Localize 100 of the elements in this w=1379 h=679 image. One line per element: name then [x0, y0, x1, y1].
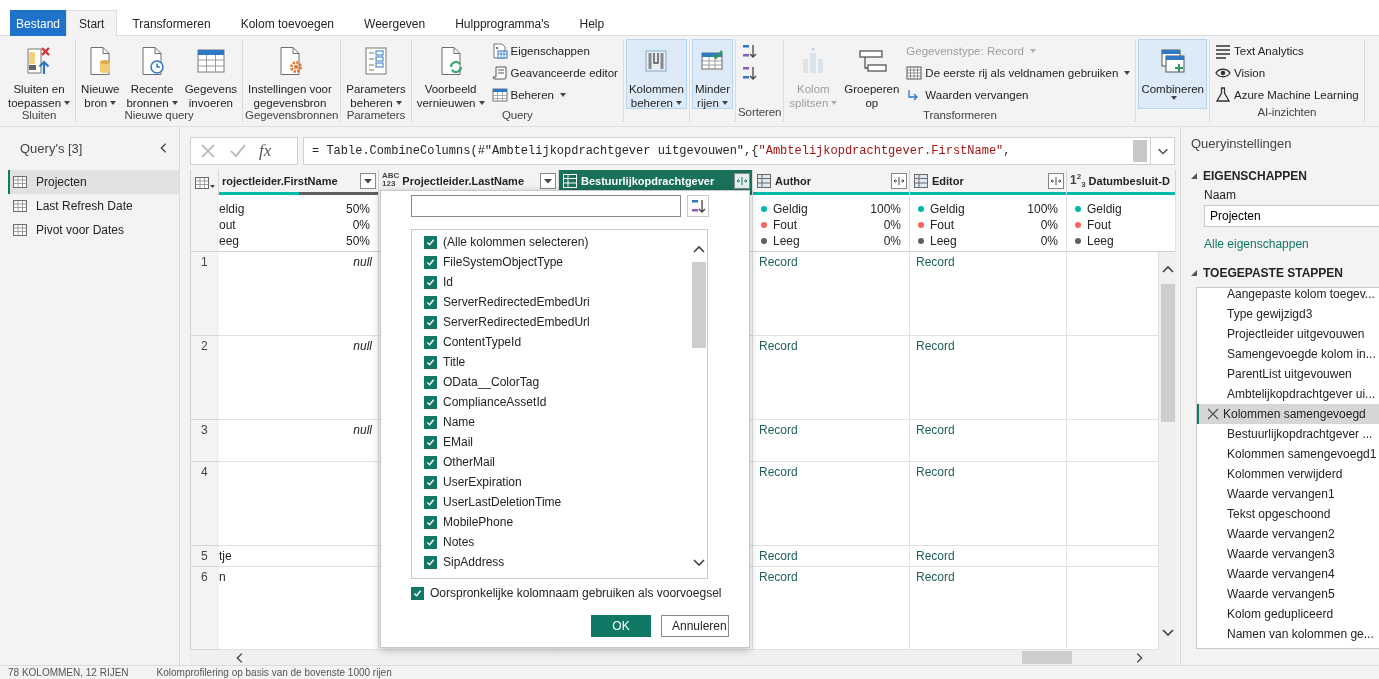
expand-button[interactable]: [1048, 173, 1064, 189]
table-cell: Record: [916, 570, 955, 584]
column-header[interactable]: 1$^{2}$$_{3}$ Datumbesluit-D: [1067, 170, 1176, 195]
ribbon-tab[interactable]: Help: [564, 10, 620, 36]
ribbon-button[interactable]: Recente bronnen: [123, 39, 181, 109]
expand-button[interactable]: [891, 173, 907, 189]
checkbox[interactable]: [424, 555, 437, 569]
sort-button[interactable]: [687, 195, 709, 217]
column-header[interactable]: Editor: [910, 170, 1067, 195]
checkbox[interactable]: [424, 355, 437, 369]
step-item[interactable]: Projectleider uitgevouwen: [1197, 324, 1379, 344]
ribbon-button[interactable]: Waarden vervangen: [903, 85, 1134, 105]
filter-button[interactable]: [540, 173, 556, 189]
checkbox[interactable]: [424, 395, 437, 409]
step-item[interactable]: Kolom gedupliceerd: [1197, 604, 1379, 624]
flask-icon: [1215, 87, 1232, 103]
scrollbar-thumb[interactable]: [691, 262, 706, 348]
step-item[interactable]: Waarde vervangen3: [1197, 544, 1379, 564]
ribbon-button[interactable]: Gegevens invoeren: [181, 39, 241, 109]
table-cell: n: [219, 570, 226, 584]
ribbon-button[interactable]: Instellingen voor gegevensbron: [245, 39, 335, 109]
step-item[interactable]: Aangepaste kolom toegev...: [1197, 288, 1379, 304]
step-item[interactable]: Waarde vervangen5: [1197, 584, 1379, 604]
name-field[interactable]: Projecten: [1204, 205, 1379, 227]
step-item[interactable]: Tekst opgeschoond: [1197, 504, 1379, 524]
column-header[interactable]: Author: [753, 170, 910, 195]
checkbox[interactable]: [424, 415, 437, 429]
ribbon-tab[interactable]: Kolom toevoegen: [225, 10, 350, 36]
checkbox[interactable]: [424, 255, 437, 269]
ok-button[interactable]: OK: [591, 615, 651, 637]
link[interactable]: Alle eigenschappen: [1204, 237, 1309, 251]
table-menu-button[interactable]: [193, 174, 216, 191]
checkbox[interactable]: [424, 535, 437, 549]
ribbon-button[interactable]: Beheren: [488, 85, 621, 105]
step-item[interactable]: Namen van kolommen ge...: [1197, 624, 1379, 644]
stat-value: 0%: [1040, 233, 1058, 249]
stat-value: 0%: [1040, 217, 1058, 233]
ribbon-button[interactable]: Combineren: [1138, 39, 1208, 109]
query-item[interactable]: Projecten: [8, 170, 179, 194]
ribbon-button[interactable]: Geavanceerde editor: [488, 63, 621, 83]
step-item[interactable]: Kolommen verwijderd: [1197, 464, 1379, 484]
panel-title: Query's [3]: [20, 140, 83, 156]
step-item[interactable]: Kolommen samengevoegd: [1197, 404, 1379, 424]
ribbon-tab[interactable]: Start: [66, 10, 118, 36]
ribbon-button[interactable]: Text Analytics: [1212, 41, 1362, 61]
ribbon-button[interactable]: Parameters beheren: [343, 39, 409, 109]
ribbon-button[interactable]: Eigenschappen: [488, 41, 621, 61]
filter-button[interactable]: [360, 173, 376, 189]
expand-button[interactable]: [734, 173, 750, 189]
query-item[interactable]: Last Refresh Date: [8, 194, 179, 218]
ribbon-button[interactable]: Nieuwe bron: [78, 39, 123, 109]
ribbon-button[interactable]: Minder rijen: [691, 39, 734, 109]
search-field[interactable]: [411, 195, 681, 217]
row-number: 3: [191, 420, 219, 462]
step-item[interactable]: ParentList uitgevouwen: [1197, 364, 1379, 384]
checkbox[interactable]: [424, 495, 437, 509]
ribbon-button[interactable]: Azure Machine Learning: [1212, 85, 1362, 105]
stat-value: 50%: [345, 233, 370, 249]
checkbox[interactable]: [424, 435, 437, 449]
ribbon-tab[interactable]: Weergeven: [349, 10, 441, 36]
step-item[interactable]: Waarde vervangen4: [1197, 564, 1379, 584]
query-item[interactable]: Pivot voor Dates: [8, 218, 179, 242]
step-item[interactable]: Type gewijzigd3: [1197, 304, 1379, 324]
option-label: FileSystemObjectType: [443, 255, 564, 269]
option-label: UserLastDeletionTime: [443, 495, 562, 509]
checkbox[interactable]: [424, 455, 437, 469]
ribbon-button[interactable]: De eerste rij als veldnamen gebruiken: [903, 63, 1134, 83]
checkbox[interactable]: [424, 515, 437, 529]
ribbon-button[interactable]: Voorbeeld vernieuwen: [413, 39, 488, 109]
checkbox[interactable]: [424, 295, 437, 309]
ribbon-tab[interactable]: Hulpprogramma's: [440, 10, 565, 36]
step-item[interactable]: Waarde vervangen1: [1197, 484, 1379, 504]
ribbon-tab[interactable]: Bestand: [10, 10, 67, 36]
checkbox[interactable]: [411, 586, 424, 600]
checkbox[interactable]: [424, 475, 437, 489]
checkbox[interactable]: [424, 375, 437, 389]
step-item[interactable]: Samengevoegde kolom in...: [1197, 344, 1379, 364]
text-lines-icon: [1215, 43, 1232, 59]
ribbon-button[interactable]: Groeperen op: [841, 39, 903, 109]
field-label: Naam: [1204, 188, 1237, 202]
column-header[interactable]: rojectleider.FirstName: [219, 170, 379, 195]
cancel-button[interactable]: Annuleren: [661, 615, 729, 637]
step-item[interactable]: Ambtelijkopdrachtgever ui...: [1197, 384, 1379, 404]
checkbox[interactable]: [424, 275, 437, 289]
checkbox[interactable]: [424, 315, 437, 329]
ribbon-button[interactable]: Vision: [1212, 63, 1362, 83]
expand-icon: [893, 176, 905, 186]
scrollbar-thumb[interactable]: [1022, 651, 1072, 664]
ribbon-button[interactable]: Sluiten en toepassen: [5, 39, 74, 109]
ribbon-button[interactable]: Kolommen beheren: [625, 39, 687, 109]
ribbon-tab[interactable]: Transformeren: [117, 10, 226, 36]
checkbox[interactable]: [424, 335, 437, 349]
step-item[interactable]: Bestuurlijkopdrachtgever ...: [1197, 424, 1379, 444]
function-button[interactable]: fx: [259, 141, 272, 161]
step-item[interactable]: Kolommen samengevoegd1: [1197, 444, 1379, 464]
scrollbar-thumb[interactable]: [1160, 284, 1175, 422]
step-item[interactable]: Waarde vervangen2: [1197, 524, 1379, 544]
checkbox[interactable]: [424, 235, 437, 249]
row-number: 4: [191, 462, 219, 546]
table-cell: tje: [219, 549, 232, 563]
